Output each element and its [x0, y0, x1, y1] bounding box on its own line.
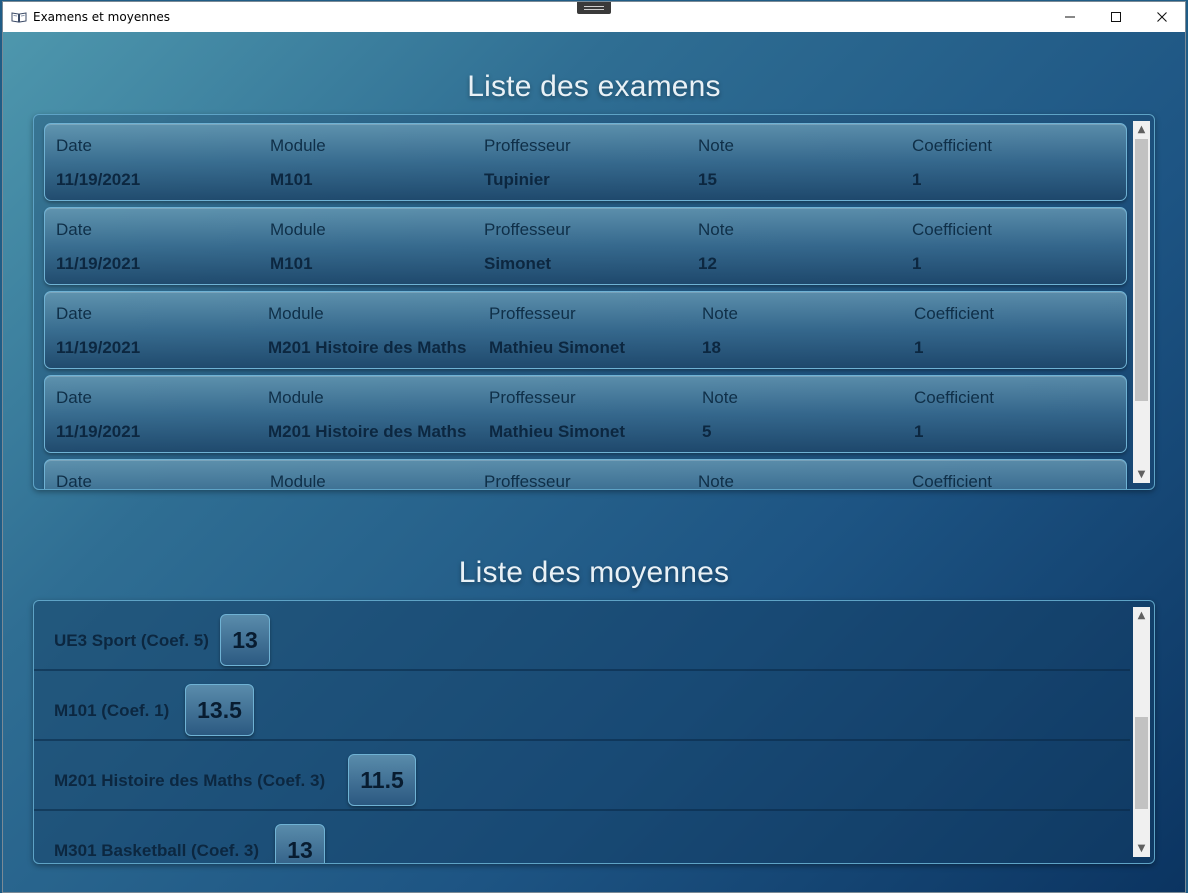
module-label: Module — [268, 304, 324, 323]
exam-professor: Tupinier — [484, 170, 550, 189]
close-icon — [1157, 12, 1167, 22]
averages-section-title: Liste des moyennes — [458, 556, 730, 589]
minimize-icon — [1065, 16, 1075, 18]
exams-list[interactable]: Date Module Proffesseur Note Coefficient… — [33, 114, 1155, 490]
date-label: Date — [56, 472, 92, 489]
professor-label: Proffesseur — [484, 220, 571, 239]
coefficient-label: Coefficient — [912, 472, 993, 489]
coefficient-label: Coefficient — [912, 220, 993, 239]
exam-module: M101 — [270, 170, 313, 189]
maximize-icon — [1111, 12, 1121, 22]
exam-professor: Simonet — [484, 254, 552, 273]
exams-section-title: Liste des examens — [467, 70, 721, 103]
date-label: Date — [56, 220, 92, 239]
averages-scroll-thumb[interactable] — [1135, 717, 1148, 809]
minimize-button[interactable] — [1047, 2, 1093, 32]
grade-label: Note — [702, 304, 738, 323]
exam-date: 11/19/2021 — [56, 338, 141, 357]
scroll-up-arrow-icon[interactable]: ▲ — [1133, 121, 1150, 138]
exam-date: 11/19/2021 — [56, 254, 141, 273]
open-book-icon — [11, 9, 27, 25]
app-window: Examens et moyennes Liste des examens Da… — [2, 1, 1186, 893]
scroll-down-arrow-icon[interactable]: ▼ — [1133, 840, 1150, 857]
averages-list-viewport: UE3 Sport (Coef. 5) 13 M101 (Coef. 1) 13… — [34, 601, 1132, 863]
professor-label: Proffesseur — [489, 388, 576, 407]
average-label: M201 Histoire des Maths (Coef. 3) — [54, 771, 326, 790]
exam-module: M101 — [270, 254, 313, 273]
average-value-badge: 13 — [220, 614, 270, 666]
module-label: Module — [270, 136, 326, 155]
average-label: M101 (Coef. 1) — [54, 701, 170, 720]
date-label: Date — [56, 388, 92, 407]
coefficient-label: Coefficient — [914, 304, 995, 323]
exam-coefficient: 1 — [914, 422, 924, 441]
average-label: M301 Basketball (Coef. 3) — [54, 841, 260, 860]
close-button[interactable] — [1139, 2, 1185, 32]
window-title: Examens et moyennes — [33, 10, 171, 24]
average-value-badge: 11.5 — [348, 754, 416, 806]
exam-date: 11/19/2021 — [56, 170, 141, 189]
exam-coefficient: 1 — [914, 338, 924, 357]
date-label: Date — [56, 304, 92, 323]
average-row[interactable]: M301 Basketball (Coef. 3) 13 — [34, 811, 1130, 863]
exam-card[interactable]: Date Module Proffesseur Note Coefficient… — [44, 207, 1127, 285]
exam-card[interactable]: Date Module Proffesseur Note Coefficient… — [44, 123, 1127, 201]
professor-label: Proffesseur — [489, 304, 576, 323]
coefficient-label: Coefficient — [912, 136, 993, 155]
average-value-badge: 13 — [275, 824, 325, 863]
average-row[interactable]: UE3 Sport (Coef. 5) 13 — [34, 601, 1130, 671]
exam-card[interactable]: Date Module Proffesseur Note Coefficient… — [44, 291, 1127, 369]
exam-professor: Mathieu Simonet — [489, 422, 626, 441]
exam-date: 11/19/2021 — [56, 422, 141, 441]
module-label: Module — [270, 472, 326, 489]
exam-module: M201 Histoire des Maths — [268, 422, 467, 441]
grade-label: Note — [702, 388, 738, 407]
exam-grade: 15 — [698, 170, 717, 189]
date-label: Date — [56, 136, 92, 155]
module-label: Module — [270, 220, 326, 239]
exams-list-viewport: Date Module Proffesseur Note Coefficient… — [34, 115, 1132, 489]
grade-label: Note — [698, 220, 734, 239]
window-controls — [1047, 2, 1185, 32]
grade-label: Note — [698, 472, 734, 489]
exam-card[interactable]: Date Module Proffesseur Note Coefficient — [44, 459, 1127, 489]
professor-label: Proffesseur — [484, 472, 571, 489]
exam-coefficient: 1 — [912, 254, 922, 273]
exam-card[interactable]: Date Module Proffesseur Note Coefficient… — [44, 375, 1127, 453]
coefficient-label: Coefficient — [914, 388, 995, 407]
averages-list[interactable]: UE3 Sport (Coef. 5) 13 M101 (Coef. 1) 13… — [33, 600, 1155, 864]
exam-grade: 18 — [702, 338, 721, 357]
professor-label: Proffesseur — [484, 136, 571, 155]
main-content: Liste des examens Date Module Proffesseu… — [3, 32, 1185, 892]
scroll-down-arrow-icon[interactable]: ▼ — [1133, 466, 1150, 483]
exams-scrollbar[interactable]: ▲ ▼ — [1133, 121, 1150, 483]
average-value-badge: 13.5 — [185, 684, 254, 736]
exam-professor: Mathieu Simonet — [489, 338, 626, 357]
average-label: UE3 Sport (Coef. 5) — [54, 631, 209, 650]
average-row[interactable]: M101 (Coef. 1) 13.5 — [34, 671, 1130, 741]
exam-grade: 5 — [702, 422, 712, 441]
exam-grade: 12 — [698, 254, 717, 273]
exam-module: M201 Histoire des Maths — [268, 338, 467, 357]
title-bar[interactable]: Examens et moyennes — [3, 2, 1185, 32]
grade-label: Note — [698, 136, 734, 155]
averages-scrollbar[interactable]: ▲ ▼ — [1133, 607, 1150, 857]
drag-grip-handle[interactable] — [577, 2, 611, 14]
module-label: Module — [268, 388, 324, 407]
maximize-button[interactable] — [1093, 2, 1139, 32]
exam-coefficient: 1 — [912, 170, 922, 189]
average-row[interactable]: M201 Histoire des Maths (Coef. 3) 11.5 — [34, 741, 1130, 811]
scroll-up-arrow-icon[interactable]: ▲ — [1133, 607, 1150, 624]
exams-scroll-thumb[interactable] — [1135, 139, 1148, 401]
